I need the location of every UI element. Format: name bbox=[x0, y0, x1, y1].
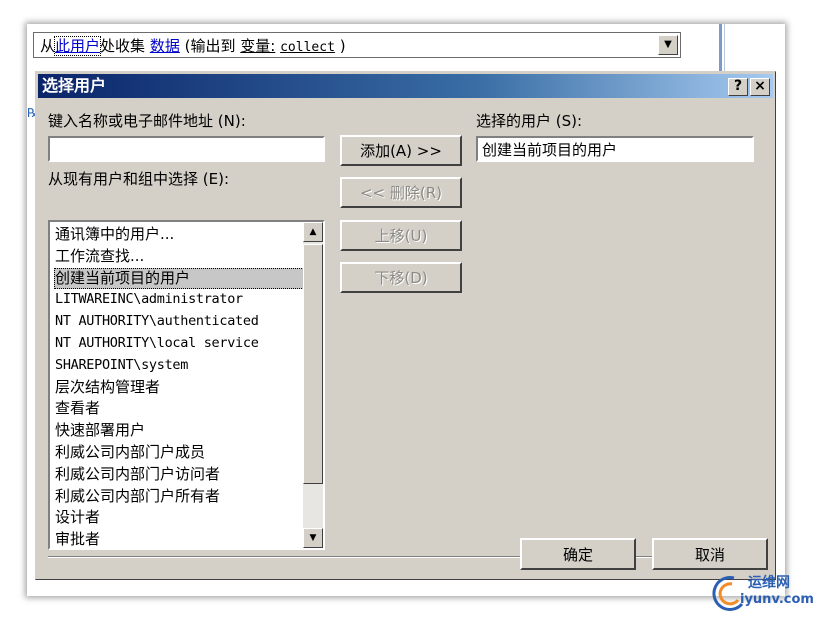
list-item[interactable]: 创建当前项目的用户 bbox=[54, 267, 304, 290]
cancel-button[interactable]: 取消 bbox=[652, 538, 768, 570]
list-item[interactable]: 利威公司内部门户所有者 bbox=[54, 486, 304, 508]
dialog-title: 选择用户 bbox=[42, 76, 107, 95]
watermark-cn: 运维网 bbox=[748, 575, 790, 591]
selected-users-label: 选择的用户 (S): bbox=[476, 112, 583, 130]
select-users-dialog: 选择用户 ? × 键入名称或电子邮件地址 (N): 从现有用户和组中选择 (E)… bbox=[35, 71, 776, 580]
listbox-scrollbar[interactable]: ▲ ▼ bbox=[303, 222, 323, 548]
scroll-up-button[interactable]: ▲ bbox=[303, 222, 323, 242]
list-item[interactable]: LITWAREINC\administrator bbox=[54, 289, 304, 311]
selected-users-hotkey: (S): bbox=[555, 112, 583, 130]
list-item[interactable]: NT AUTHORITY\local service bbox=[54, 333, 304, 355]
name-email-hotkey: (N): bbox=[217, 112, 246, 130]
this-user-link[interactable]: 此用户 bbox=[54, 36, 102, 56]
arrow-up-icon: ▲ bbox=[309, 227, 317, 237]
close-button[interactable]: × bbox=[750, 78, 770, 96]
existing-users-hotkey: (E): bbox=[202, 170, 230, 188]
sentence-dropdown-button[interactable]: ▼ bbox=[658, 35, 678, 55]
name-email-label: 键入名称或电子邮件地址 (N): bbox=[48, 112, 246, 130]
data-link[interactable]: 数据 bbox=[150, 37, 180, 55]
dialog-titlebar[interactable]: 选择用户 ? × bbox=[38, 74, 773, 98]
watermark: 运维网 iyunv.com bbox=[710, 570, 814, 615]
list-item[interactable]: 利威公司内部门户成员 bbox=[54, 442, 304, 464]
sentence-paren-open: (输出到 bbox=[184, 37, 236, 55]
help-button[interactable]: ? bbox=[728, 78, 748, 96]
screenshot-frame: 从此用户处收集 数据 (输出到 变量: collect ) ▼ ℞ 选择用户 ?… bbox=[27, 24, 785, 596]
variable-name[interactable]: collect bbox=[280, 40, 335, 55]
move-down-button[interactable]: 下移(D) bbox=[340, 262, 462, 293]
existing-users-listbox[interactable]: 通讯簿中的用户... 工作流查找... 创建当前项目的用户 LITWAREINC\ad… bbox=[48, 220, 325, 550]
move-up-button[interactable]: 上移(U) bbox=[340, 220, 462, 251]
help-icon: ? bbox=[733, 78, 743, 94]
sentence-middle: 处收集 bbox=[100, 37, 146, 55]
sentence-paren-close: ) bbox=[339, 37, 346, 55]
list-item[interactable]: 设计者 bbox=[54, 507, 304, 529]
existing-users-list: 通讯簿中的用户... 工作流查找... 创建当前项目的用户 LITWAREINC\ad… bbox=[54, 224, 304, 548]
list-item[interactable]: 查看者 bbox=[54, 398, 304, 420]
scroll-down-button[interactable]: ▼ bbox=[303, 528, 323, 548]
scroll-thumb[interactable] bbox=[303, 244, 323, 484]
ok-button[interactable]: 确定 bbox=[520, 538, 636, 570]
arrow-down-icon: ▼ bbox=[309, 533, 317, 543]
name-email-input[interactable] bbox=[48, 136, 325, 162]
list-item[interactable]: 利威公司内部门户访问者 bbox=[54, 464, 304, 486]
list-item[interactable]: SHAREPOINT\system bbox=[54, 355, 304, 377]
list-item[interactable]: 快速部署用户 bbox=[54, 420, 304, 442]
existing-users-label: 从现有用户和组中选择 (E): bbox=[48, 170, 230, 188]
variable-label[interactable]: 变量: bbox=[240, 37, 275, 55]
list-item[interactable]: 层次结构管理者 bbox=[54, 377, 304, 399]
list-item[interactable]: 通讯簿中的用户... bbox=[54, 224, 304, 246]
list-item[interactable]: 审批者 bbox=[54, 529, 304, 548]
selected-users-input[interactable] bbox=[476, 136, 754, 162]
watermark-en: iyunv.com bbox=[740, 592, 814, 607]
list-item[interactable]: NT AUTHORITY\authenticated bbox=[54, 311, 304, 333]
list-item[interactable]: 工作流查找... bbox=[54, 246, 304, 268]
close-icon: × bbox=[754, 78, 766, 94]
dropdown-arrow-icon: ▼ bbox=[664, 39, 672, 50]
sentence-prefix: 从 bbox=[40, 37, 56, 55]
add-button[interactable]: 添加(A) >> bbox=[340, 135, 462, 166]
workflow-sentence: 从此用户处收集 数据 (输出到 变量: collect ) ▼ bbox=[33, 32, 681, 58]
remove-button[interactable]: << 删除(R) bbox=[340, 177, 462, 208]
